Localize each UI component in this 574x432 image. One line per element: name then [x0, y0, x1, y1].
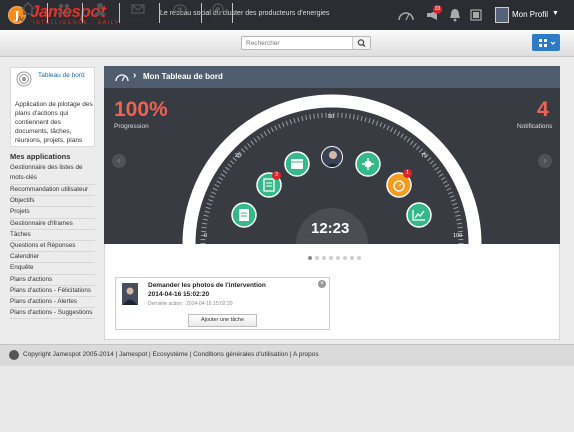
gauge-tick-label: 0 [204, 233, 208, 239]
task-date: 2014-04-16 15:02:20 [148, 291, 210, 298]
gauge-tick-label: 25 [235, 153, 242, 159]
app-link[interactable]: Tâches [10, 230, 95, 241]
app-link[interactable]: Plans d'actions - Suggestions [10, 308, 95, 320]
nav-divider [47, 3, 48, 23]
clock-display: 12:23 [311, 220, 350, 237]
search-button[interactable] [352, 37, 370, 49]
fullscreen-icon[interactable] [470, 8, 482, 22]
notifications-label: Notifications [517, 123, 553, 130]
carousel-dot[interactable] [308, 256, 312, 260]
app-link[interactable]: Objectifs [10, 196, 95, 208]
carousel-dot[interactable] [343, 256, 347, 260]
carousel-dot[interactable] [336, 256, 340, 260]
nav-divider [232, 3, 233, 23]
nav-divider [201, 3, 202, 23]
home-icon [21, 2, 35, 15]
app-description: Application de pilotage des plans d'acti… [15, 101, 93, 144]
dashboard-title: Mon Tableau de bord [143, 72, 223, 81]
task-author-avatar [122, 283, 138, 305]
nav-contacts[interactable]: Contacts [85, 2, 115, 26]
progress-label: Progression [114, 123, 149, 130]
person-icon [123, 287, 137, 305]
profile-avatar[interactable] [495, 7, 509, 23]
close-icon[interactable]: × [318, 280, 326, 288]
carousel-next-button[interactable]: › [538, 154, 552, 168]
page-background [0, 366, 574, 432]
target-icon [16, 71, 32, 87]
app-link[interactable]: Enquête [10, 263, 95, 275]
app-link[interactable]: Gestionnaire des listes de mots-clés [10, 163, 95, 185]
carousel-prev-button[interactable]: ‹ [112, 154, 126, 168]
applications-grid-button[interactable] [532, 34, 560, 51]
app-link[interactable]: Recommandation utilisateur [10, 185, 95, 197]
app-link[interactable]: Gestionnaire d'iframes [10, 219, 95, 230]
gauge-tick-label: 100 [453, 233, 463, 239]
grid-icon [539, 39, 556, 47]
groups-icon [57, 3, 71, 14]
notifications-value: 4 [537, 98, 549, 121]
footer-links[interactable]: Copyright Jamespot 2005-2014 | Jamespot … [23, 351, 319, 358]
app-link[interactable]: Projets [10, 207, 95, 219]
chevron-down-icon[interactable]: ▼ [552, 10, 559, 17]
carousel-dot[interactable] [322, 256, 326, 260]
compass-icon [173, 4, 187, 14]
profile-menu-label[interactable]: Mon Profil [512, 10, 548, 19]
task-title[interactable]: Demander les photos de l'intervention [148, 282, 266, 289]
notification-count-badge: 33 [433, 5, 442, 14]
nav-decouverte[interactable]: Découverte [165, 2, 199, 26]
search-icon [357, 39, 366, 47]
bubble-badge: 3 [272, 171, 281, 180]
task-last-action: Dernière action : 2014-04-16 15:02:20 [148, 301, 233, 307]
carousel-dot[interactable] [315, 256, 319, 260]
nav-label: Contacts [87, 16, 113, 23]
app-link[interactable]: Plans d'actions - Alertes [10, 297, 95, 309]
nav-apps[interactable]: Apps [203, 2, 233, 26]
progress-value: 100% [114, 98, 168, 121]
app-link[interactable]: Plans d'actions [10, 275, 95, 286]
carousel-dot[interactable] [357, 256, 361, 260]
apps-list: Gestionnaire des listes de mots-clés Rec… [10, 163, 95, 320]
chevron-right-icon: › [133, 70, 137, 81]
nav-label: Accueil [17, 16, 39, 23]
dashboard-gauge-icon [115, 74, 129, 82]
apps-heading: Mes applications [10, 152, 71, 161]
nav-label: Messages [123, 16, 153, 23]
bubble-badge: 1 [403, 169, 412, 178]
carousel-dot[interactable] [329, 256, 333, 260]
nav-groupes[interactable]: Groupes [49, 2, 79, 26]
nav-divider [159, 3, 160, 23]
nav-messages[interactable]: Messages [123, 2, 153, 26]
app-title-link[interactable]: Tableau de bord [38, 72, 85, 79]
document-bubble-button[interactable] [230, 201, 258, 229]
app-link[interactable]: Questions et Réponses [10, 241, 95, 253]
gauge-tick-label: 75 [421, 153, 428, 159]
nav-divider [82, 3, 83, 23]
bell-icon[interactable] [449, 8, 461, 22]
calendar-bubble-button[interactable] [283, 150, 311, 178]
add-task-button[interactable]: Ajouter une tâche [188, 314, 257, 327]
app-link[interactable]: Calendrier [10, 252, 95, 264]
mail-icon [131, 4, 145, 14]
nav-label: Groupes [51, 16, 77, 23]
gauge-tick-label: 50 [328, 114, 335, 120]
nav-label: Découverte [165, 16, 199, 23]
nav-label: Apps [210, 16, 226, 23]
app-link[interactable]: Plans d'actions - Félicitations [10, 286, 95, 297]
search-input[interactable] [246, 39, 346, 48]
workflow-bubble-button[interactable] [354, 150, 382, 178]
user-avatar[interactable] [321, 146, 343, 168]
apps-icon [212, 3, 224, 15]
footer-logo-icon [9, 350, 19, 360]
nav-accueil[interactable]: Accueil [13, 2, 43, 26]
chart-bubble-button[interactable] [405, 201, 433, 229]
contacts-icon [94, 3, 106, 15]
dashboard-gauge-icon[interactable] [397, 8, 415, 22]
nav-divider [119, 3, 120, 23]
carousel-dot[interactable] [350, 256, 354, 260]
